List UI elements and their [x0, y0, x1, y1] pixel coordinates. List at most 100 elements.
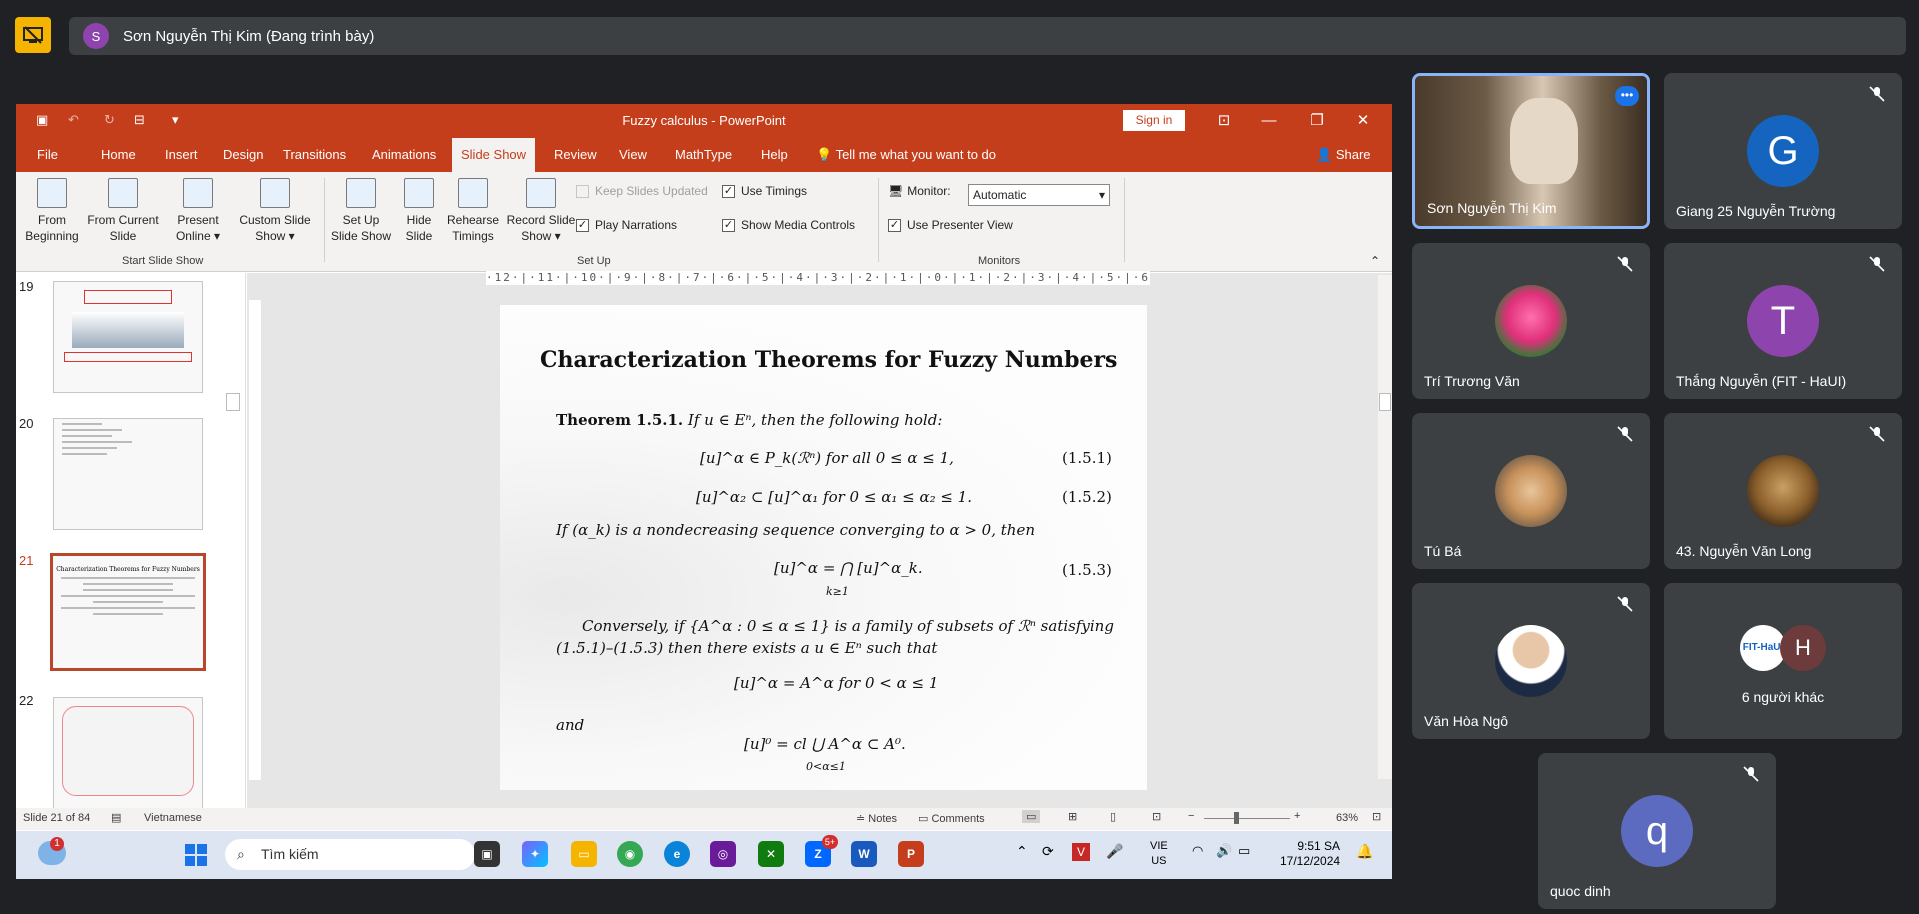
tab-view[interactable]: View — [610, 138, 656, 172]
tab-file[interactable]: File — [28, 138, 67, 172]
zoom-slider[interactable] — [1204, 818, 1290, 819]
equation-3[interactable]: [u]^α = ⋂ [u]^α_k. — [774, 559, 923, 577]
participant-tile[interactable]: Văn Hòa Ngô — [1412, 583, 1650, 739]
notification-bell-icon[interactable]: 🔔 — [1356, 843, 1373, 860]
stop-presenting-icon[interactable] — [15, 17, 51, 53]
presenter-chip[interactable]: S Sơn Nguyễn Thị Kim (Đang trình bày) — [69, 17, 1906, 55]
slide-thumbnail-current[interactable]: Characterization Theorems for Fuzzy Numb… — [50, 553, 206, 671]
monitor-dropdown[interactable]: Automatic ▾ — [968, 184, 1110, 206]
equation-4[interactable]: [u]^α = A^α for 0 < α ≤ 1 — [734, 674, 938, 692]
equation-5[interactable]: [u]⁰ = cl ⋃ A^α ⊂ A⁰. — [744, 735, 906, 753]
tab-design[interactable]: Design — [214, 138, 272, 172]
avatar-photo — [1495, 625, 1567, 697]
chrome-icon[interactable]: ◉ — [617, 841, 643, 867]
participant-tile[interactable]: Trí Trương Văn — [1412, 243, 1650, 399]
minimize-icon[interactable]: — — [1257, 110, 1281, 132]
zoom-slider-thumb[interactable] — [1234, 812, 1239, 824]
play-narrations-checkbox[interactable]: ✓ Play Narrations — [576, 218, 677, 232]
participant-tile[interactable]: ••• Sơn Nguyễn Thị Kim — [1412, 73, 1650, 229]
participant-tile[interactable]: G Giang 25 Nguyễn Trường — [1664, 73, 1902, 229]
more-options-icon[interactable]: ••• — [1615, 86, 1639, 106]
taskbar-search[interactable]: ⌕ Tìm kiếm — [225, 839, 475, 870]
participant-tile[interactable]: 43. Nguyễn Văn Long — [1664, 413, 1902, 569]
tab-mathtype[interactable]: MathType — [666, 138, 741, 172]
comments-button[interactable]: ▭ Comments — [918, 812, 985, 825]
edit-vertical-scrollbar[interactable] — [1378, 275, 1392, 779]
participant-tile[interactable]: Tú Bá — [1412, 413, 1650, 569]
equation-1[interactable]: [u]^α ∈ P_k(ℛⁿ) for all 0 ≤ α ≤ 1, — [700, 449, 954, 467]
scroll-thumb[interactable] — [1379, 393, 1391, 411]
tab-review[interactable]: Review — [545, 138, 606, 172]
participant-tile[interactable]: T Thắng Nguyễn (FIT - HaUI) — [1664, 243, 1902, 399]
wifi-icon[interactable]: ◠ — [1192, 843, 1203, 859]
converse-line-2[interactable]: (1.5.1)–(1.5.3) then there exists a u ∈ … — [556, 639, 937, 657]
tell-me-search[interactable]: 💡 Tell me what you want to do — [816, 138, 996, 172]
slide-thumbnail[interactable] — [53, 418, 203, 530]
photos-icon[interactable]: ◎ — [710, 841, 736, 867]
reading-view-icon[interactable]: ▯ — [1110, 810, 1116, 823]
file-explorer-icon[interactable]: ▭ — [571, 841, 597, 867]
ribbon-display-icon[interactable]: ⊡ — [1212, 110, 1236, 132]
from-current-button[interactable]: From Current Slide — [86, 178, 160, 244]
hide-slide-button[interactable]: Hide Slide — [398, 178, 440, 244]
participant-tile-others[interactable]: FIT-HaUI H 6 người khác — [1664, 583, 1902, 739]
theorem-line[interactable]: Theorem 1.5.1. If u ∈ Eⁿ, then the follo… — [556, 411, 942, 429]
slide-thumbnail[interactable] — [53, 697, 203, 809]
participant-tile[interactable]: q quoc dinh — [1538, 753, 1776, 909]
copilot-icon[interactable]: ✦ — [522, 841, 548, 867]
input-language[interactable]: VIE US — [1150, 839, 1168, 869]
edge-icon[interactable]: e — [664, 841, 690, 867]
equation-1-number: (1.5.1) — [1062, 449, 1112, 467]
media-controls-checkbox[interactable]: ✓ Show Media Controls — [722, 218, 855, 232]
zoom-level[interactable]: 63% — [1336, 812, 1358, 824]
rehearse-button[interactable]: Rehearse Timings — [444, 178, 502, 244]
thumbnail-scroll-thumb[interactable] — [226, 393, 240, 411]
slide-thumbnail[interactable] — [53, 281, 203, 393]
close-icon[interactable]: ✕ — [1351, 110, 1375, 132]
zoom-in-icon[interactable]: + — [1294, 810, 1300, 822]
record-show-button[interactable]: Record Slide Show ▾ — [504, 178, 578, 244]
restore-icon[interactable]: ❐ — [1305, 110, 1329, 132]
sign-in-button[interactable]: Sign in — [1123, 110, 1185, 131]
presenter-view-checkbox[interactable]: ✓ Use Presenter View — [888, 218, 1013, 232]
tab-insert[interactable]: Insert — [156, 138, 207, 172]
tab-slide-show[interactable]: Slide Show — [452, 138, 536, 172]
xbox-icon[interactable]: ✕ — [758, 841, 784, 867]
normal-view-icon[interactable]: ▭ — [1022, 810, 1041, 823]
microphone-icon[interactable]: 🎤 — [1106, 843, 1123, 860]
tab-help[interactable]: Help — [752, 138, 797, 172]
zoom-out-icon[interactable]: − — [1188, 810, 1194, 822]
sync-icon[interactable]: ⟳ — [1042, 843, 1054, 860]
custom-show-button[interactable]: Custom Slide Show ▾ — [232, 178, 318, 244]
notes-button[interactable]: ≐ Notes — [856, 812, 897, 825]
language-status[interactable]: Vietnamese — [144, 812, 202, 824]
sequence-line[interactable]: If (α_k) is a nondecreasing sequence con… — [556, 521, 1035, 539]
slideshow-view-icon[interactable]: ⊡ — [1152, 810, 1161, 823]
fit-to-window-icon[interactable]: ⊡ — [1372, 810, 1381, 823]
equation-2[interactable]: [u]^α₂ ⊂ [u]^α₁ for 0 ≤ α₁ ≤ α₂ ≤ 1. — [696, 488, 972, 506]
word-icon[interactable]: W — [851, 841, 877, 867]
chevron-up-icon[interactable]: ⌃ — [1016, 843, 1028, 860]
slide-canvas[interactable]: Characterization Theorems for Fuzzy Numb… — [500, 305, 1147, 790]
slide-sorter-icon[interactable]: ⊞ — [1068, 810, 1077, 823]
tab-animations[interactable]: Animations — [363, 138, 445, 172]
windows-start-icon[interactable] — [184, 843, 208, 867]
collapse-ribbon-icon[interactable]: ⌃ — [1370, 254, 1380, 268]
converse-line-1[interactable]: Conversely, if {A^α : 0 ≤ α ≤ 1} is a fa… — [582, 617, 1114, 635]
spelling-icon[interactable]: ▤ — [111, 811, 121, 824]
tab-transitions[interactable]: Transitions — [274, 138, 355, 172]
battery-icon[interactable]: ▭ — [1238, 843, 1250, 859]
task-view-icon[interactable]: ▣ — [474, 841, 500, 867]
present-online-button[interactable]: Present Online ▾ — [168, 178, 228, 244]
keep-slides-updated-checkbox[interactable]: Keep Slides Updated — [576, 184, 708, 198]
slide-title[interactable]: Characterization Theorems for Fuzzy Numb… — [540, 347, 1117, 373]
from-beginning-button[interactable]: From Beginning — [22, 178, 82, 244]
clock[interactable]: 9:51 SA 17/12/2024 — [1280, 839, 1340, 869]
app-tray-icon[interactable]: V — [1072, 843, 1090, 861]
use-timings-checkbox[interactable]: ✓ Use Timings — [722, 184, 807, 198]
volume-icon[interactable]: 🔊 — [1216, 843, 1232, 859]
tab-home[interactable]: Home — [92, 138, 145, 172]
powerpoint-icon[interactable]: P — [898, 841, 924, 867]
share-button[interactable]: 👤 Share — [1316, 138, 1371, 172]
setup-show-button[interactable]: Set Up Slide Show — [328, 178, 394, 244]
